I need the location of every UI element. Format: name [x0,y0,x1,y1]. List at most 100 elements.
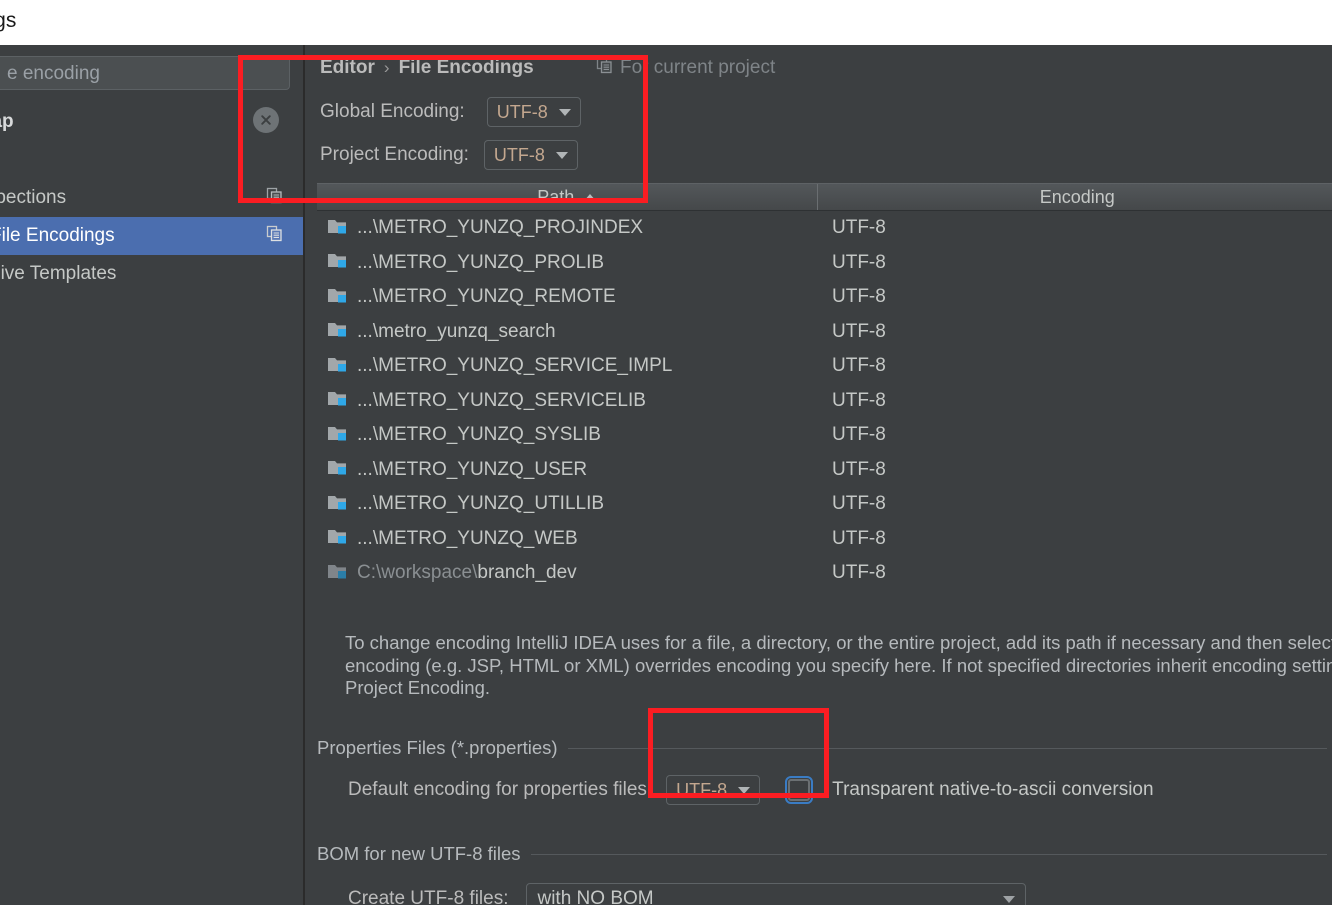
global-encoding-row: Global Encoding: UTF-8 [320,97,581,127]
default-properties-encoding-row: Default encoding for properties files: U… [348,775,1154,805]
sidebar-item-label: Live Templates [0,263,117,284]
folder-icon [327,389,349,412]
column-header-path-label: Path [537,186,575,207]
breadcrumb-current: File Encodings [398,57,534,78]
chevron-down-icon [558,108,571,116]
table-row[interactable]: ...\METRO_YUNZQ_PROLIB UTF-8 [317,245,1332,280]
folder-icon [327,320,349,343]
folder-icon [327,527,349,550]
path-value: ...\METRO_YUNZQ_UTILLIB [357,493,605,515]
table-cell-encoding[interactable]: UTF-8 [817,252,1332,274]
path-value: ...\METRO_YUNZQ_PROJINDEX [357,217,644,239]
chevron-down-icon [738,786,751,794]
table-cell-path: ...\METRO_YUNZQ_UTILLIB [317,493,817,516]
default-properties-encoding-select[interactable]: UTF-8 [666,775,761,805]
group-divider [530,853,1327,855]
window-title: tings [0,9,17,32]
sidebar-item-live-templates[interactable]: Live Templates [0,255,303,293]
create-utf8-files-select[interactable]: with NO BOM [526,883,1027,905]
sidebar-item-label: File Encodings [0,225,115,246]
table-header: Path Encoding [317,183,1332,211]
breadcrumb: Editor › File Encodings [320,57,534,79]
folder-icon [327,424,349,447]
create-utf8-files-row: Create UTF-8 files: with NO BOM [348,883,1027,905]
table-cell-encoding[interactable]: UTF-8 [817,459,1332,481]
settings-sidebar: e encoding ymap itor Inspections [0,45,305,905]
bom-group-title: BOM for new UTF-8 files [317,843,521,864]
sidebar-item-inspections[interactable]: Inspections [0,179,303,217]
scope-indicator[interactable]: For current project [596,57,775,79]
column-header-encoding[interactable]: Encoding [816,184,1332,210]
table-row[interactable]: ...\METRO_YUNZQ_WEB UTF-8 [317,521,1332,556]
table-row[interactable]: ...\metro_yunzq_search UTF-8 [317,314,1332,349]
table-row[interactable]: ...\METRO_YUNZQ_USER UTF-8 [317,452,1332,487]
table-row[interactable]: ...\METRO_YUNZQ_SYSLIB UTF-8 [317,418,1332,453]
folder-icon [327,286,349,309]
transparent-native-to-ascii-checkbox[interactable] [785,776,814,804]
project-encoding-value: UTF-8 [493,144,545,165]
breadcrumb-parent[interactable]: Editor [320,57,375,79]
table-cell-encoding[interactable]: UTF-8 [817,424,1332,446]
table-cell-encoding[interactable]: UTF-8 [817,390,1332,412]
sidebar-item-label: ymap [0,111,14,132]
column-header-encoding-label: Encoding [1039,186,1115,207]
global-encoding-label: Global Encoding: [320,101,465,122]
copy-icon [266,187,283,209]
sidebar-item-keymap[interactable]: ymap [0,103,303,141]
path-value: ...\METRO_YUNZQ_SERVICE_IMPL [357,355,673,377]
global-encoding-select[interactable]: UTF-8 [486,97,581,127]
properties-files-group-title: Properties Files (*.properties) [317,737,558,758]
scope-label: For current project [620,57,776,78]
default-properties-encoding-label: Default encoding for properties files: [348,779,653,800]
encodings-table: Path Encoding ...\METRO_YUNZQ_PROJINDEX U… [317,183,1332,624]
window-titlebar: tings [0,0,1332,46]
project-encoding-label: Project Encoding: [320,144,469,165]
settings-nav-list: ymap itor Inspections [0,103,303,293]
table-cell-path: ...\METRO_YUNZQ_SYSLIB [317,424,817,447]
table-cell-encoding[interactable]: UTF-8 [817,321,1332,343]
file-encodings-panel: Editor › File Encodings For current proj… [305,45,1332,905]
sidebar-item-file-encodings[interactable]: File Encodings [0,217,303,255]
table-row[interactable]: ...\METRO_YUNZQ_REMOTE UTF-8 [317,280,1332,315]
search-value: e encoding [7,63,100,84]
path-value: ...\METRO_YUNZQ_REMOTE [357,286,616,308]
table-body: ...\METRO_YUNZQ_PROJINDEX UTF-8 ...\METRO_… [317,211,1332,591]
project-encoding-select[interactable]: UTF-8 [483,140,578,170]
table-row[interactable]: ...\METRO_YUNZQ_SERVICE_IMPL UTF-8 [317,349,1332,384]
encodings-description: To change encoding IntelliJ IDEA uses fo… [345,632,1332,698]
path-value: ...\metro_yunzq_search [357,320,556,342]
chevron-right-icon: › [383,58,390,77]
sort-ascending-icon [584,193,597,201]
table-cell-encoding[interactable]: UTF-8 [817,355,1332,377]
table-row[interactable]: ...\METRO_YUNZQ_PROJINDEX UTF-8 [317,211,1332,246]
chevron-down-icon [555,151,568,159]
table-cell-encoding[interactable]: UTF-8 [817,286,1332,308]
table-row[interactable]: C:\workspace\branch_dev UTF-8 [317,556,1332,591]
path-value: ...\METRO_YUNZQ_WEB [357,527,578,549]
table-cell-path: C:\workspace\branch_dev [317,562,817,585]
folder-icon [327,493,349,516]
path-value: ...\METRO_YUNZQ_USER [357,458,588,480]
sidebar-item-label: Inspections [0,187,67,208]
table-cell-path: ...\METRO_YUNZQ_USER [317,458,817,481]
create-utf8-files-value: with NO BOM [537,888,654,905]
path-value: ...\METRO_YUNZQ_PROLIB [357,251,605,273]
table-cell-path: ...\METRO_YUNZQ_SERVICE_IMPL [317,355,817,378]
sidebar-item-editor[interactable]: itor [0,141,303,179]
column-header-path[interactable]: Path [317,184,817,210]
path-value: ...\METRO_YUNZQ_SERVICELIB [357,389,646,411]
table-cell-encoding[interactable]: UTF-8 [817,528,1332,550]
path-value: ...\METRO_YUNZQ_SYSLIB [357,424,601,446]
settings-search-input[interactable]: e encoding [0,56,290,90]
properties-files-group-header: Properties Files (*.properties) [317,737,1327,759]
default-properties-encoding-value: UTF-8 [676,779,728,800]
table-row[interactable]: ...\METRO_YUNZQ_SERVICELIB UTF-8 [317,383,1332,418]
table-cell-encoding[interactable]: UTF-8 [817,217,1332,239]
table-cell-path: ...\METRO_YUNZQ_REMOTE [317,286,817,309]
table-cell-encoding[interactable]: UTF-8 [817,562,1332,584]
folder-icon [327,562,349,585]
table-row[interactable]: ...\METRO_YUNZQ_UTILLIB UTF-8 [317,487,1332,522]
folder-icon [327,251,349,274]
table-cell-path: ...\METRO_YUNZQ_WEB [317,527,817,550]
table-cell-encoding[interactable]: UTF-8 [817,493,1332,515]
